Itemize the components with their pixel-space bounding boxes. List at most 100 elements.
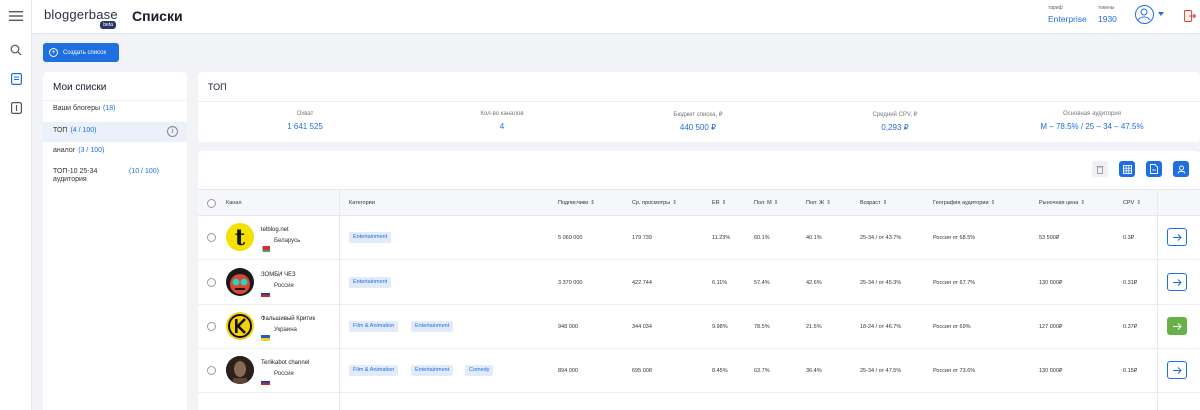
channel-avatar[interactable]: t [226,223,254,251]
open-channel-button[interactable] [1167,361,1187,379]
er-cell: 9.98% [712,324,728,330]
logo[interactable]: bloggerbase beta [44,6,118,30]
hamburger-icon[interactable] [8,8,24,24]
metric-budget: Бюджет списка, ₽ 440 500 ₽ [618,111,778,132]
logo-text: bloggerbase [44,7,118,22]
user-icon [1177,165,1185,174]
select-all-radio[interactable] [207,199,216,208]
geo-cell: Россия от 69% [933,324,971,330]
category-tag: Entertainment [349,232,392,243]
file-icon [1150,164,1158,174]
list-item-top[interactable]: ТОП (4 / 100) i [43,122,187,142]
create-list-button[interactable]: + Создать список [43,43,119,62]
export-pdf-button[interactable] [1146,161,1162,177]
tariff-block: тариф Enterprise [1048,5,1087,24]
table-header: Канал Категории Подписчики ⇕ Ср. просмотр… [198,189,1200,216]
age-cell: 25-34 / от 45.3% [860,280,902,286]
tariff-label: тариф [1048,5,1063,11]
column-label: Возраст [860,200,881,206]
channel-avatar[interactable] [226,356,254,384]
left-rail [0,0,32,410]
table-row: t telblog.net Беларусь Entertainment 5 0… [198,216,1200,260]
metric-label: Охват [296,111,314,117]
column-label: География аудитории [933,200,989,206]
export-excel-button[interactable] [1119,161,1135,177]
category-tag: Entertainment [349,277,392,288]
cpv-cell: 0.3₽ [1123,235,1135,241]
channel-name[interactable]: ЗОМБИ ЧЕЗ [261,272,296,278]
user-avatar[interactable] [1135,5,1154,24]
list-item-analog[interactable]: аналог (3 / 100) [43,147,187,154]
column-label: Пол: М [754,200,772,206]
logout-icon[interactable] [1184,9,1197,22]
list-item-count: (18) [103,105,116,112]
column-header-views[interactable]: Ср. просмотры ⇕ [632,200,677,206]
channel-name[interactable]: Terlikabot channel [261,360,309,366]
subscribers-cell: 894 000 [558,368,578,374]
subscribers-cell: 948 000 [558,324,578,330]
open-channel-button[interactable] [1167,317,1187,335]
metric-channels: Кол-во каналов 4 [422,111,582,131]
column-label: Ср. просмотры [632,200,671,206]
tokens-block: токены 1930 [1098,5,1117,24]
sort-icon: ⇕ [590,200,595,206]
subscribers-cell: 5 060 000 [558,235,583,241]
flag-russia-icon [260,372,271,385]
document-icon[interactable] [8,71,24,87]
chevron-down-icon[interactable] [1158,12,1164,16]
category-tag: Entertainment [411,365,454,376]
channel-avatar[interactable] [226,268,254,296]
female-cell: 42.6% [806,280,822,286]
column-header-categories: Категории [349,200,375,206]
column-header-er[interactable]: ER ⇕ [712,200,726,206]
column-header-subscribers[interactable]: Подписчики ⇕ [558,200,595,206]
views-cell: 695 008 [632,368,652,374]
sort-icon: ⇕ [882,200,888,206]
column-header-price[interactable]: Рыночная цена ⇕ [1039,200,1085,206]
arrow-right-icon [1172,278,1182,286]
list-item-label: ТОП-10 25-34 аудитория [53,168,98,183]
delete-button[interactable] [1092,161,1108,177]
price-cell: 130 000₽ [1039,368,1063,374]
column-label: Рыночная цена [1039,200,1079,206]
price-cell: 127 000₽ [1039,324,1063,330]
column-header-female[interactable]: Пол: Ж ⇕ [806,200,831,206]
column-header-male[interactable]: Пол: М ⇕ [754,200,778,206]
column-header-geography[interactable]: География аудитории ⇕ [933,200,995,206]
share-button[interactable] [1173,161,1189,177]
flag-belarus-icon [261,239,270,252]
list-summary-card: ТОП Охват 1 641 525 Кол-во каналов 4 Бюд… [198,72,1200,142]
info-icon[interactable] [8,100,24,116]
trash-icon [1096,165,1104,174]
search-icon[interactable] [8,42,24,58]
category-tag: Entertainment [411,321,454,332]
list-item-bloggers[interactable]: Ваши блогеры (18) [43,105,187,112]
row-select-radio[interactable] [207,366,216,375]
views-cell: 344 034 [632,324,652,330]
metric-label: Кол-во каналов [480,111,524,117]
lists-title: Мои списки [53,82,107,93]
list-item-top10[interactable]: ТОП-10 25-34 аудитория (10 / 100) [43,168,187,188]
open-channel-button[interactable] [1167,273,1187,291]
channel-avatar[interactable] [226,312,254,340]
channel-country: Россия [274,283,294,289]
list-item-label: ТОП [53,127,68,134]
row-select-radio[interactable] [207,233,216,242]
open-channel-button[interactable] [1167,228,1187,246]
info-icon[interactable]: i [167,126,178,137]
er-cell: 6.11% [712,280,728,286]
column-label: Пол: Ж [806,200,825,206]
row-select-radio[interactable] [207,322,216,331]
category-tag: Comedy [465,365,494,376]
column-header-cpv[interactable]: CPV ⇕ [1123,200,1141,206]
row-select-radio[interactable] [207,278,216,287]
metric-value: 0,293 ₽ [881,123,909,132]
divider [198,101,1200,102]
sort-icon: ⇕ [1080,200,1085,206]
channel-name[interactable]: telblog.net [261,227,289,233]
tokens-label: токены [1098,5,1115,11]
list-item-count: (10 / 100) [129,168,159,175]
views-cell: 179 739 [632,235,652,241]
column-header-age[interactable]: Возраст ⇕ [860,200,887,206]
channel-name[interactable]: Фальшивый Критик [261,316,315,322]
